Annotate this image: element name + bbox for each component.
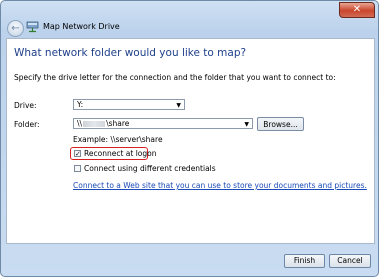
drive-select[interactable]: Y: ▼ (73, 99, 185, 110)
folder-value-prefix: \\ (77, 119, 83, 128)
drive-label: Drive: (14, 101, 37, 110)
folder-value-suffix: \share (106, 119, 130, 128)
close-button[interactable]: ✕ (339, 2, 375, 18)
map-network-drive-window: ✕ ← Map Network Drive What network folde… (0, 0, 379, 277)
close-icon: ✕ (352, 4, 362, 15)
credentials-label[interactable]: Connect using different credentials (84, 164, 216, 173)
back-button[interactable]: ← (7, 20, 24, 37)
back-arrow-icon: ← (11, 23, 20, 34)
web-site-link[interactable]: Connect to a Web site that you can use t… (73, 181, 367, 190)
chevron-down-icon: ▼ (244, 121, 249, 128)
page-title: What network folder would you like to ma… (14, 47, 247, 59)
checkmark-icon: ✓ (75, 150, 81, 158)
dialog-content: What network folder would you like to ma… (6, 38, 375, 244)
instructions-text: Specify the drive letter for the connect… (14, 73, 336, 82)
drive-select-value: Y: (77, 100, 84, 109)
reconnect-checkbox[interactable]: ✓ (74, 150, 81, 158)
credentials-checkbox[interactable] (74, 165, 81, 172)
folder-label: Folder: (14, 120, 40, 129)
browse-button[interactable]: Browse... (257, 117, 304, 131)
folder-combo[interactable]: \\ \share ▼ (73, 118, 253, 129)
network-drive-icon (26, 21, 39, 33)
redacted-server-name (83, 121, 106, 127)
reconnect-label[interactable]: Reconnect at logon (84, 149, 156, 158)
chevron-down-icon: ▼ (176, 102, 181, 109)
window-title: Map Network Drive (43, 22, 120, 31)
cancel-button[interactable]: Cancel (329, 254, 371, 268)
title-bar: ✕ ← Map Network Drive (1, 1, 378, 37)
finish-button[interactable]: Finish (284, 254, 325, 268)
example-text: Example: \\server\share (73, 135, 163, 144)
